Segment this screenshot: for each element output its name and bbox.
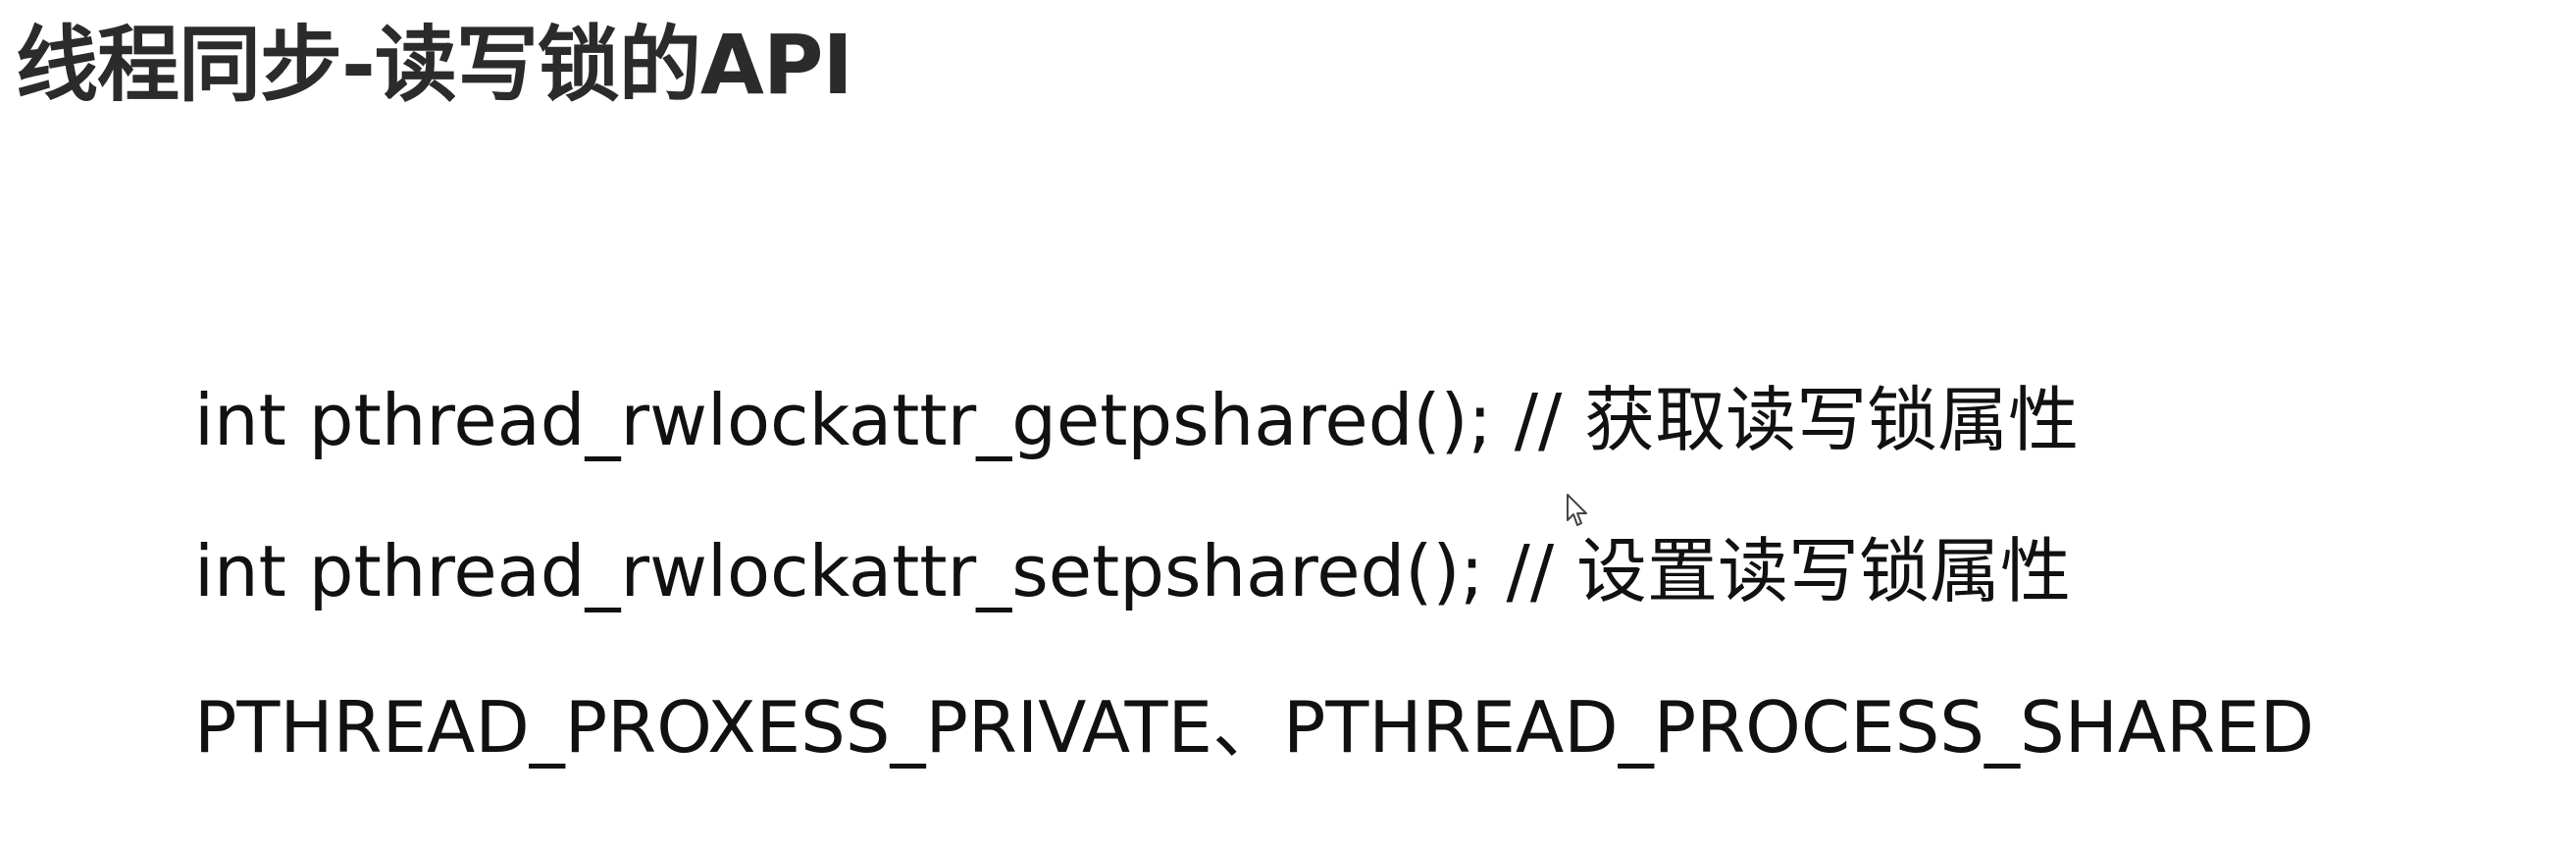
mouse-pointer-icon — [1567, 494, 1587, 526]
code-line-constants: PTHREAD_PROXESS_PRIVATE、PTHREAD_PROCESS_… — [194, 692, 2314, 763]
slide-title: 线程同步-读写锁的API — [16, 17, 853, 113]
code-text: int pthread_rwlockattr_getpshared(); — [194, 379, 1492, 461]
code-comment: // 获取读写锁属性 — [1491, 379, 2080, 461]
code-line-setpshared: int pthread_rwlockattr_setpshared(); // … — [194, 536, 2071, 607]
code-text: int pthread_rwlockattr_setpshared(); — [194, 530, 1484, 612]
code-line-getpshared: int pthread_rwlockattr_getpshared(); // … — [194, 385, 2079, 455]
slide: 线程同步-读写锁的API int pthread_rwlockattr_getp… — [0, 0, 2576, 850]
code-comment: // 设置读写锁属性 — [1483, 530, 2071, 612]
code-text: PTHREAD_PROXESS_PRIVATE、PTHREAD_PROCESS_… — [194, 686, 2315, 769]
